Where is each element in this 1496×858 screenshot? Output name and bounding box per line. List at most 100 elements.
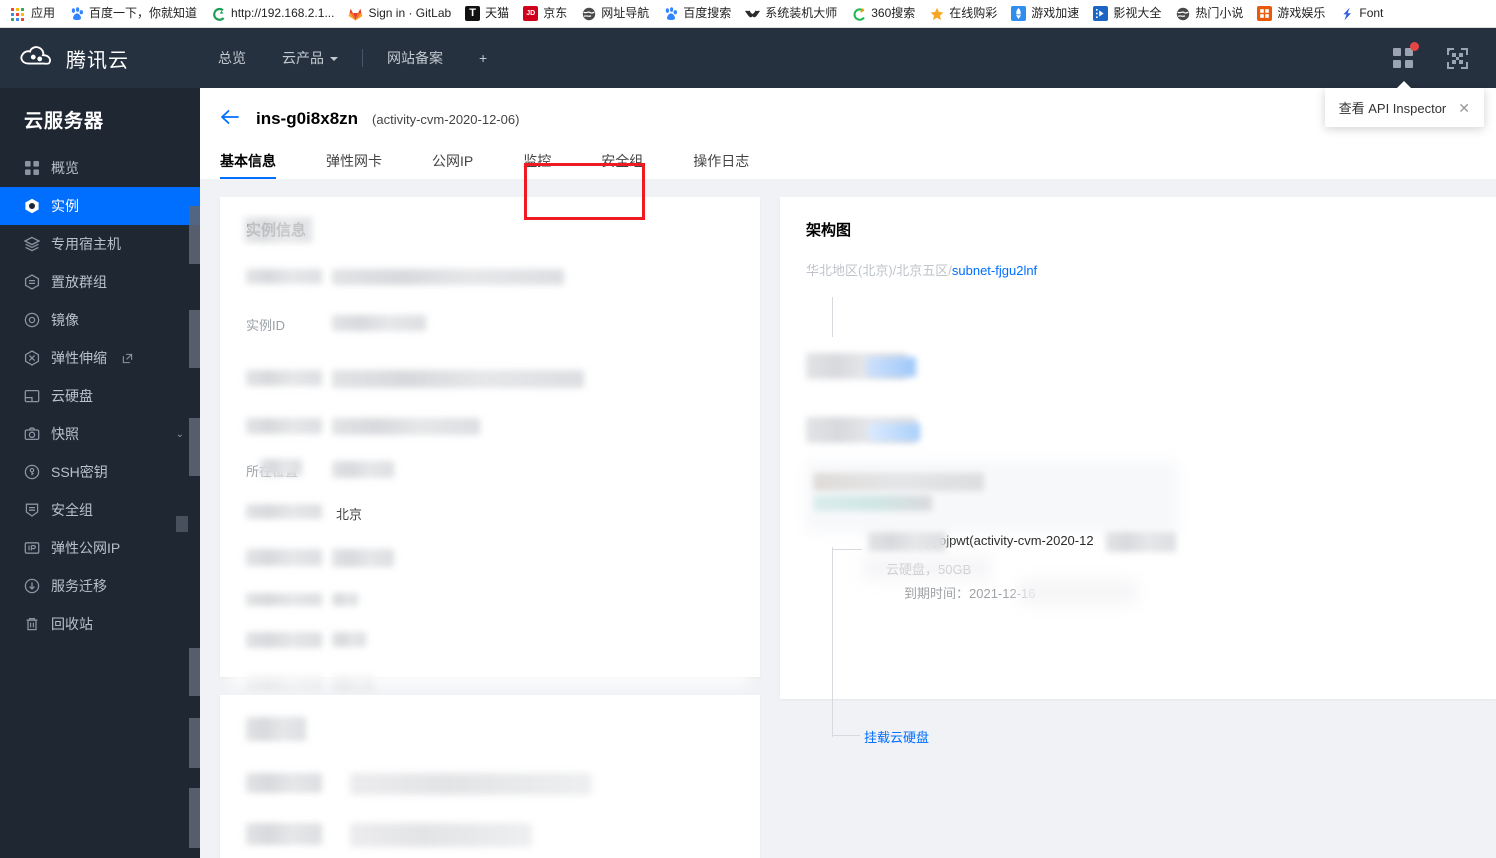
info-row [246, 549, 734, 567]
tab-3[interactable]: 监控 [523, 154, 573, 179]
brand-name: 腾讯云 [66, 49, 129, 72]
sidebar-item-6[interactable]: 云硬盘 [0, 377, 200, 415]
sidebar-item-2[interactable]: 专用宿主机 [0, 225, 200, 263]
tab-2[interactable]: 公网IP [432, 154, 495, 179]
redaction-block [332, 674, 374, 690]
brand-logo-area[interactable]: 腾讯云 [0, 44, 200, 73]
redaction-block [868, 423, 920, 441]
bookmark-item[interactable]: 百度搜索 [656, 4, 738, 23]
security-group-icon [24, 502, 40, 518]
tab-label: 监控 [523, 153, 552, 169]
sidebar-item-10[interactable]: 弹性公网IP [0, 529, 200, 567]
top-nav-items: 总览 云产品 网站备案 + [200, 28, 505, 88]
tab-label: 弹性网卡 [326, 153, 382, 169]
tile-icon [1257, 6, 1273, 21]
sidebar-item-1[interactable]: 实例 [0, 187, 200, 225]
tab-label: 公网IP [432, 153, 474, 169]
topnav-item-1[interactable]: 云产品 [264, 28, 356, 88]
bookmark-item[interactable]: 影视大全 [1086, 4, 1168, 23]
sidebar-item-4[interactable]: 镜像 [0, 301, 200, 339]
sidebar-item-12[interactable]: 回收站 [0, 605, 200, 643]
right-column: 架构图 华北地区(北京)/北京五区/subnet-fjgu2lnf ppyojp… [780, 197, 1496, 858]
bookmark-label: 天猫 [485, 6, 510, 20]
bookmark-label: 影视大全 [1113, 6, 1162, 20]
arch-card-title: 架构图 [806, 222, 852, 239]
topnav-item-0[interactable]: 总览 [200, 28, 264, 88]
trash-icon [24, 616, 40, 632]
bat-icon [745, 6, 761, 21]
instance-info-card: 实例信息 实例ID [220, 197, 760, 690]
sidebar-item-label: 实例 [51, 198, 79, 214]
bookmark-label: 百度一下，你就知道 [89, 6, 198, 20]
left-sidebar: 云服务器 概览实例专用宿主机 置放群组镜像弹性伸缩 云硬盘快照 ⌄ SSH密钥安全组 弹性… [0, 88, 200, 858]
bookmark-item[interactable]: 在线购彩 [922, 4, 1004, 23]
bookmark-item[interactable]: JD 京东 [516, 4, 574, 23]
sidebar-item-7[interactable]: 快照 ⌄ [0, 415, 200, 453]
redaction-block [332, 593, 358, 606]
redaction-block [246, 269, 322, 284]
sidebar-item-3[interactable]: 置放群组 [0, 263, 200, 301]
close-icon[interactable]: ✕ [1458, 101, 1470, 115]
bookmark-item[interactable]: 游戏加速 [1004, 4, 1086, 23]
info-row [246, 269, 734, 285]
bookmark-item[interactable]: 网址导航 [574, 4, 656, 23]
info-row: 实例ID [246, 315, 734, 334]
tab-4[interactable]: 安全组 [601, 154, 665, 179]
info-row-value: 北京 [336, 507, 363, 522]
arch-diagram-body: ppyojpwt(activity-cvm-2020-12 云硬盘，50GB 到… [806, 297, 1470, 745]
scroll-fragment [189, 718, 200, 768]
bookmark-item[interactable]: http://192.168.2.1... [204, 4, 341, 23]
topnav-item-2[interactable]: 网站备案 [369, 28, 461, 88]
so360-icon [851, 6, 866, 21]
blur-streak [1018, 579, 1138, 605]
scroll-fragment [189, 206, 200, 264]
bookmark-item[interactable]: 热门小说 [1168, 4, 1250, 23]
redaction-block [246, 593, 322, 606]
bookmark-item[interactable]: T 天猫 [458, 4, 516, 23]
tab-1[interactable]: 弹性网卡 [326, 154, 404, 179]
film-icon [1093, 6, 1109, 21]
overview-grid-icon [24, 160, 40, 176]
qrcode-icon[interactable] [1444, 45, 1470, 71]
back-arrow-icon[interactable] [220, 109, 242, 129]
sidebar-item-label: 镜像 [51, 312, 79, 328]
bookmark-item[interactable]: Sign in · GitLab [341, 4, 458, 23]
bookmark-item[interactable]: 百度一下，你就知道 [62, 4, 204, 23]
sidebar-item-label: 快照 [51, 426, 79, 442]
bookmark-label: 京东 [543, 6, 568, 20]
tab-0[interactable]: 基本信息 [220, 154, 276, 179]
snapshot-camera-icon [24, 426, 40, 442]
sidebar-title: 云服务器 [24, 111, 105, 132]
migration-icon [24, 578, 40, 594]
bookmark-item[interactable]: 系统装机大师 [738, 4, 844, 23]
sidebar-item-5[interactable]: 弹性伸缩 [0, 339, 200, 377]
tab-5[interactable]: 操作日志 [693, 154, 771, 179]
subnet-link[interactable]: subnet-fjgu2lnf [952, 263, 1037, 278]
topnav-item-3[interactable]: + [461, 28, 505, 88]
bookmark-label: http://192.168.2.1... [231, 6, 335, 20]
sidebar-item-9[interactable]: 安全组 [0, 491, 200, 529]
mount-cloud-disk-link[interactable]: 挂载云硬盘 [864, 727, 929, 746]
topbar-right-icons [1390, 42, 1496, 71]
dedicated-host-icon [24, 236, 40, 252]
bookmark-item[interactable]: 360搜索 [844, 4, 922, 23]
api-inspector-icon[interactable] [1390, 42, 1419, 71]
page-header: ins-g0i8x8zn (activity-cvm-2020-12-06) 基… [200, 88, 1496, 220]
sidebar-item-0[interactable]: 概览 [0, 149, 200, 187]
page-title: ins-g0i8x8zn [256, 109, 359, 128]
bookmark-label: 在线购彩 [949, 6, 998, 20]
scroll-fragment [189, 788, 200, 848]
sidebar-item-8[interactable]: SSH密钥 [0, 453, 200, 491]
bookmark-item[interactable]: Font [1332, 4, 1390, 23]
bookmark-item[interactable]: 应用 [4, 4, 62, 23]
chevron-down-icon: ⌄ [175, 428, 184, 440]
sidebar-item-label: SSH密钥 [51, 464, 108, 480]
bookmark-item[interactable]: 游戏娱乐 [1250, 4, 1332, 23]
bookmark-label: 百度搜索 [683, 6, 732, 20]
redaction-block [260, 459, 302, 476]
tree-connector [832, 297, 833, 337]
sidebar-item-11[interactable]: 服务迁移 [0, 567, 200, 605]
redaction-block [246, 370, 322, 386]
tab-label: 基本信息 [220, 153, 276, 169]
app-shell: 云服务器 概览 实例 专用宿主机 置放群组 镜像 弹性伸缩 云硬盘 快照 ⌄ SSH密钥 安全组 弹性… [0, 88, 1496, 858]
